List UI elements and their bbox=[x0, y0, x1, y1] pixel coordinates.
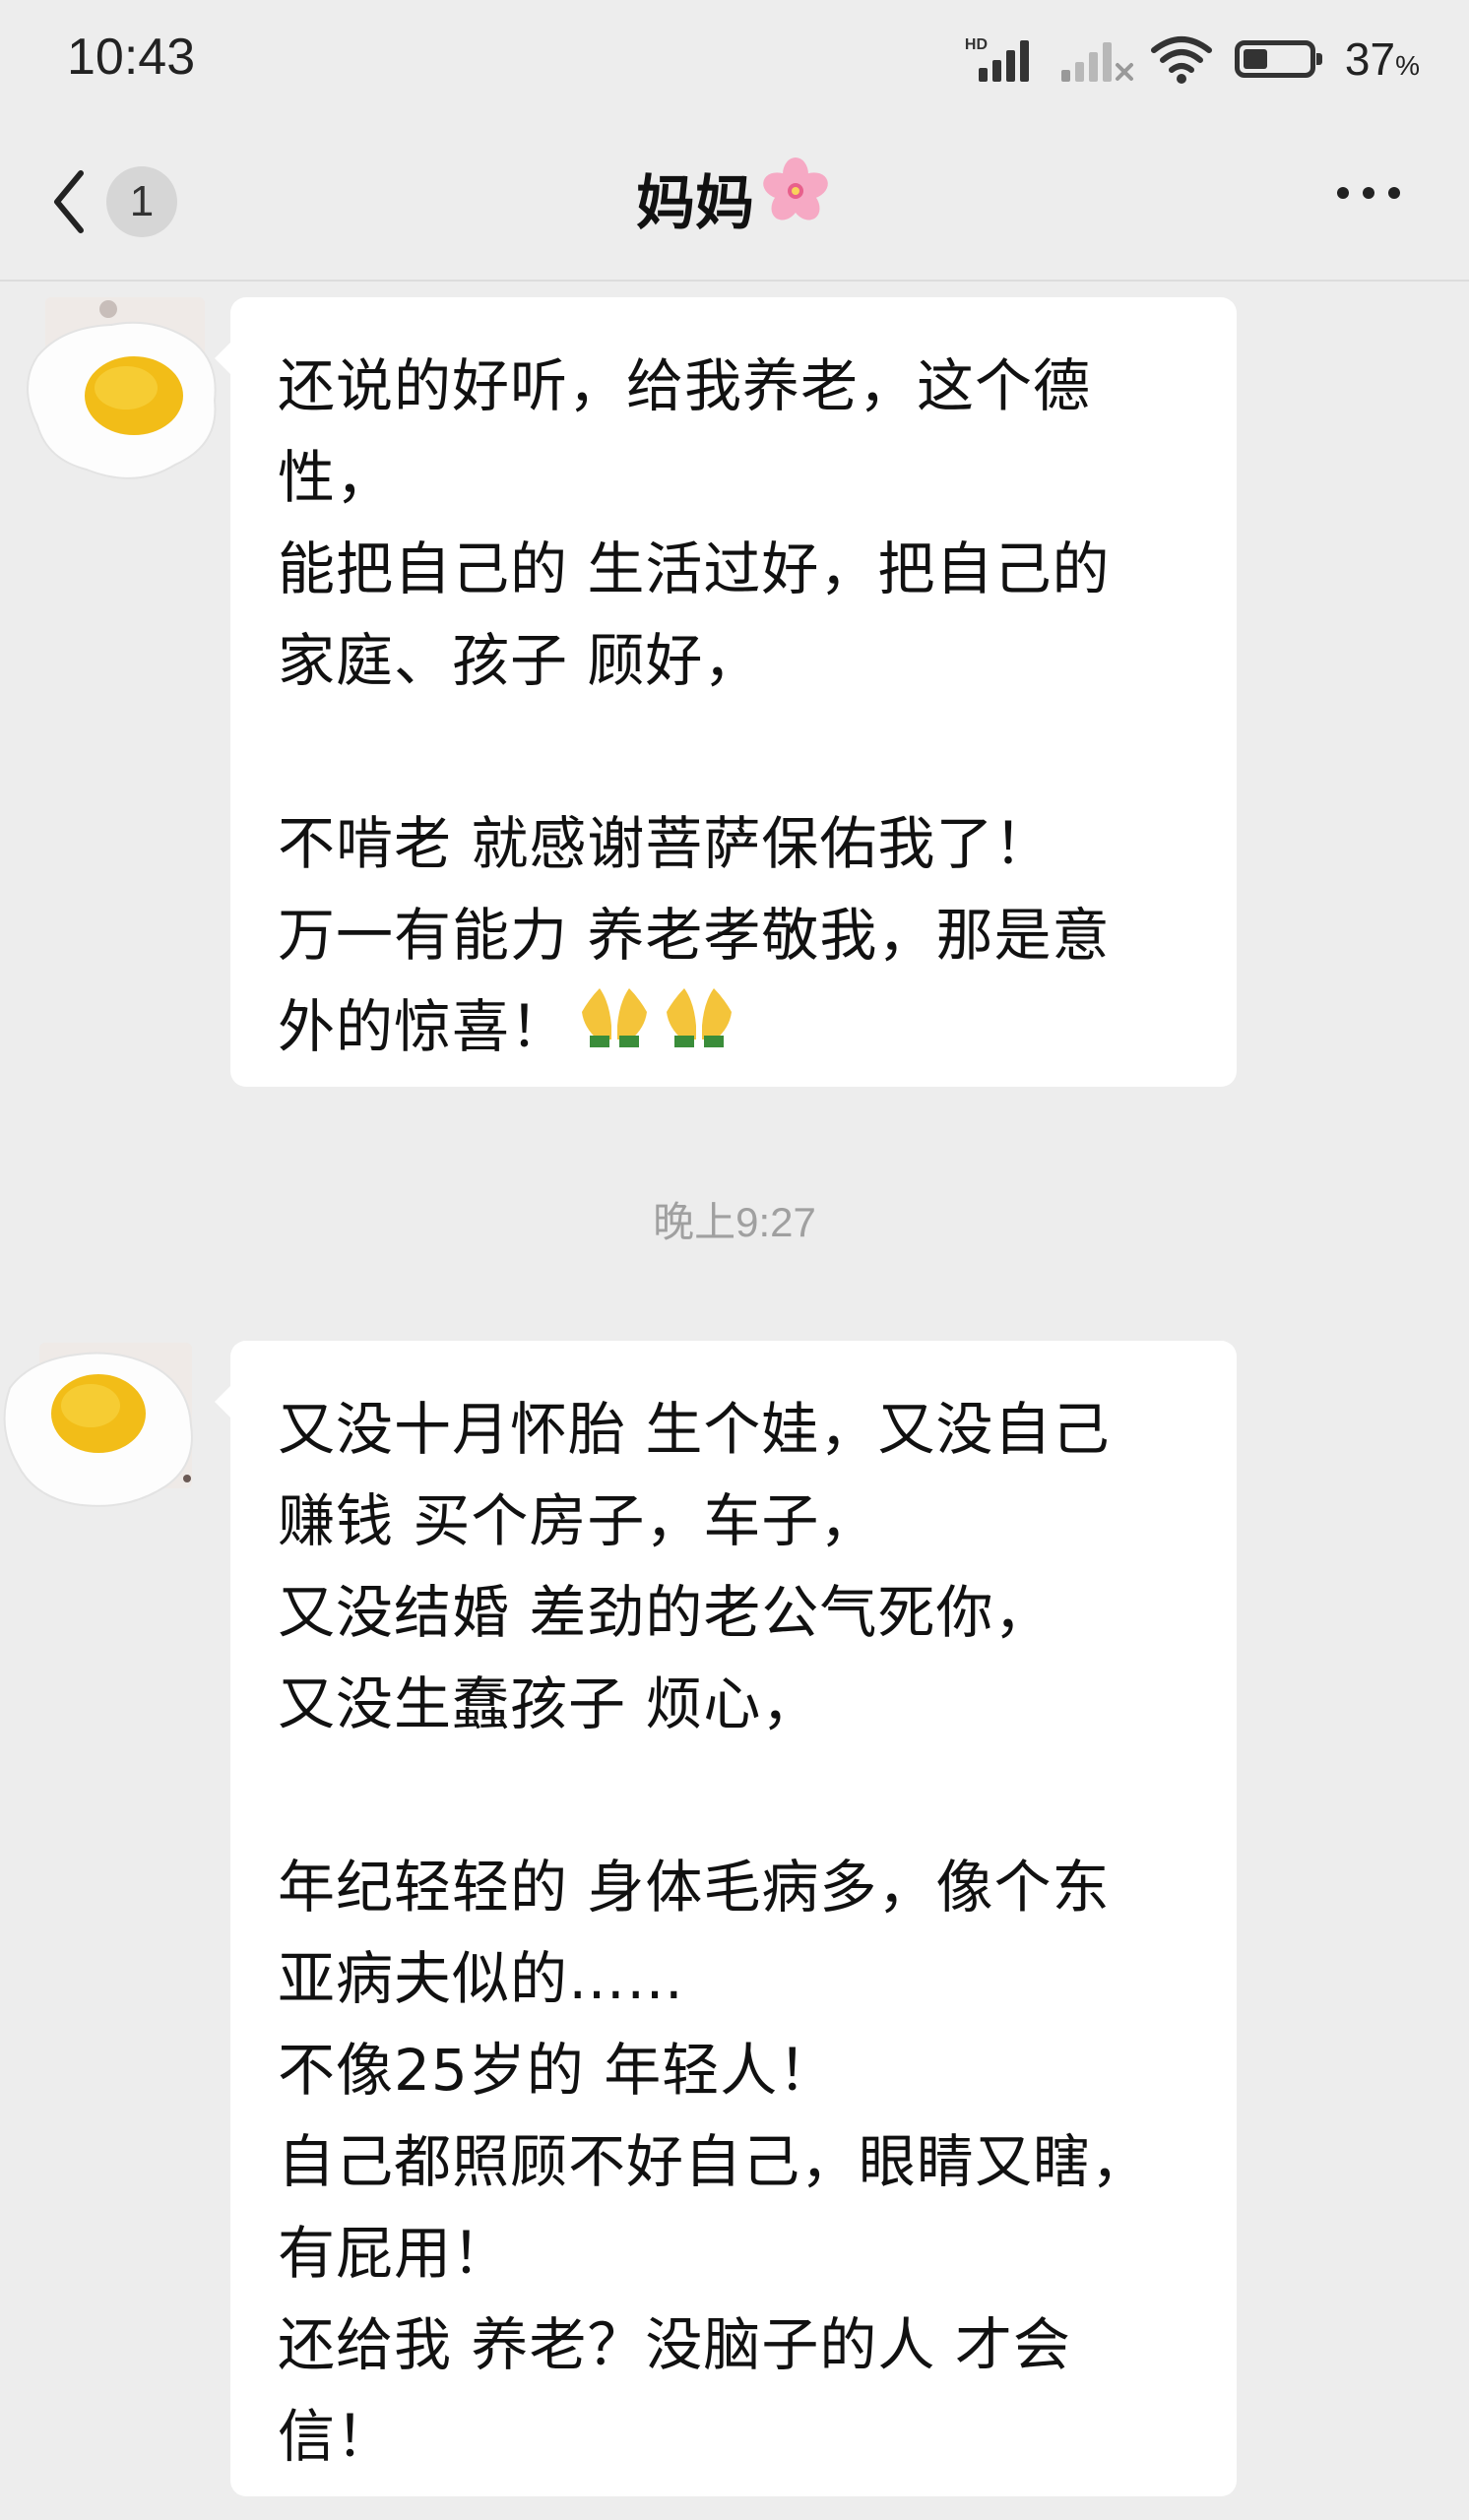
message-line: 又没十月怀胎 生个娃，又没自己 bbox=[278, 1396, 1111, 1463]
message-line: 不啃老 就感谢菩萨保佑我了！ bbox=[278, 810, 1053, 877]
message-line: 自己都照顾不好自己，眼睛又瞎， bbox=[278, 2128, 1150, 2195]
sender-avatar[interactable] bbox=[18, 297, 217, 479]
more-options-button[interactable] bbox=[1337, 187, 1400, 199]
message-timestamp: 晚上9:27 bbox=[653, 1199, 816, 1245]
sender-avatar[interactable] bbox=[0, 1339, 193, 1507]
more-dots-icon bbox=[1337, 187, 1349, 199]
message-line: 有屁用！ bbox=[278, 2220, 511, 2287]
chat-header: 1 妈妈 bbox=[0, 128, 1469, 282]
status-bar: 10:43 HD 37% bbox=[0, 0, 1469, 128]
battery-percent: 37% bbox=[1344, 33, 1420, 85]
message-line: 万一有能力 养老孝敬我，那是意 bbox=[278, 902, 1111, 969]
message-line: 赚钱 买个房子，车子， bbox=[278, 1487, 878, 1554]
folded-hands-icon bbox=[576, 984, 653, 1076]
message-line bbox=[278, 1750, 1207, 1842]
chat-title-text: 妈妈 bbox=[636, 169, 754, 238]
message-line: 家庭、孩子 顾好， bbox=[278, 627, 762, 694]
message-line: 又没生蠢孩子 烦心， bbox=[278, 1670, 820, 1737]
message-line: 又没结婚 差劲的老公气死你， bbox=[278, 1579, 1053, 1646]
message-bubble[interactable]: 又没十月怀胎 生个娃，又没自己 赚钱 买个房子，车子， 又没结婚 差劲的老公气死… bbox=[215, 1341, 1237, 2496]
message-line: 还说的好听，给我养老，这个德 bbox=[278, 352, 1092, 419]
message-line: 信！ bbox=[278, 2403, 395, 2470]
chat-title[interactable]: 妈妈 bbox=[0, 154, 1469, 243]
cherry-blossom-icon bbox=[758, 154, 833, 243]
message-line: 不像25岁的 年轻人！ bbox=[278, 2037, 837, 2104]
status-time: 10:43 bbox=[67, 29, 196, 86]
message-line: 还给我 养老？没脑子的人 才会 bbox=[278, 2311, 1071, 2378]
message-line-text: 外的惊喜！ bbox=[278, 993, 569, 1060]
folded-hands-icon bbox=[661, 984, 737, 1076]
message-line: 亚病夫似的…… bbox=[278, 1945, 685, 2012]
hd-label: HD bbox=[964, 36, 989, 53]
message-bubble[interactable]: 还说的好听，给我养老，这个德 性， 能把自己的 生活过好，把自己的 家庭、孩子 … bbox=[215, 297, 1237, 1087]
wifi-icon bbox=[1150, 34, 1213, 84]
battery-fill bbox=[1243, 49, 1267, 69]
message-line: 能把自己的 生活过好，把自己的 bbox=[278, 536, 1111, 602]
message-line-last: 外的惊喜！ bbox=[278, 981, 1207, 1076]
battery-icon bbox=[1234, 40, 1322, 78]
message-line: 性， bbox=[278, 444, 395, 511]
status-icons: HD 37% bbox=[965, 30, 1420, 89]
message-line bbox=[278, 707, 1207, 798]
cellular-signal-icon: HD bbox=[965, 36, 1036, 82]
message-line: 年纪轻轻的 身体毛病多，像个东 bbox=[278, 1854, 1111, 1921]
cellular-signal-2-icon bbox=[1057, 36, 1133, 82]
